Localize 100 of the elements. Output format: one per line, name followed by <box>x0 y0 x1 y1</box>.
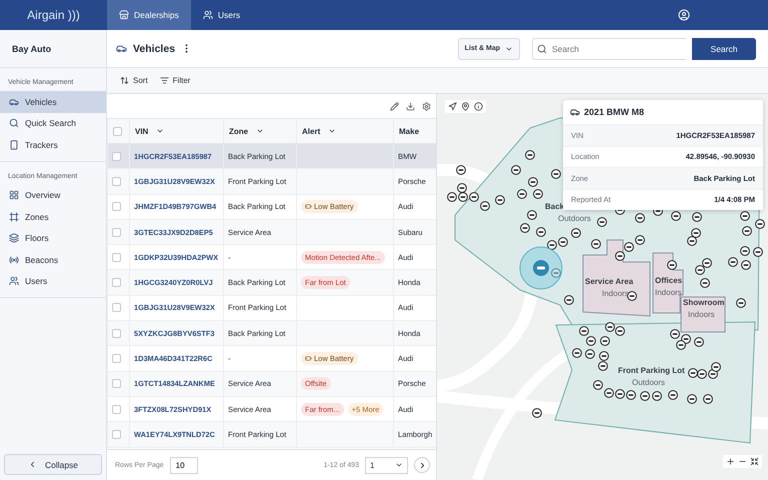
nav-tab[interactable]: Dealerships <box>107 0 191 30</box>
sidebar-item[interactable]: Vehicles <box>0 91 106 112</box>
car-marker-icon[interactable] <box>668 390 678 400</box>
car-marker-icon[interactable] <box>741 260 751 270</box>
row-checkbox[interactable] <box>112 379 121 388</box>
column-header[interactable]: Zone <box>223 118 296 144</box>
car-marker-icon[interactable] <box>671 211 681 221</box>
car-marker-icon[interactable] <box>532 408 542 418</box>
car-marker-icon[interactable] <box>676 340 686 350</box>
car-marker-icon[interactable] <box>736 298 746 308</box>
car-marker-icon[interactable] <box>600 336 610 346</box>
car-marker-icon[interactable] <box>604 388 614 398</box>
nav-tab[interactable]: Users <box>190 0 252 30</box>
car-marker-icon[interactable] <box>700 278 710 288</box>
row-checkbox[interactable] <box>112 328 121 338</box>
column-header[interactable]: Alert <box>296 118 393 144</box>
car-marker-icon[interactable] <box>572 348 582 358</box>
car-marker-icon[interactable] <box>640 391 650 401</box>
car-marker-icon[interactable] <box>605 322 615 332</box>
page-select[interactable]: 1 <box>365 456 408 474</box>
car-marker-icon[interactable] <box>697 369 707 379</box>
sidebar-item[interactable]: Floors <box>0 228 106 249</box>
row-checkbox[interactable] <box>112 354 121 364</box>
car-marker-icon[interactable] <box>691 228 701 238</box>
row-checkbox[interactable] <box>112 278 121 288</box>
car-marker-icon[interactable] <box>688 368 698 378</box>
car-marker-icon[interactable] <box>755 219 765 229</box>
car-marker-icon[interactable] <box>703 394 713 404</box>
row-checkbox[interactable] <box>112 303 121 312</box>
selected-car-marker-icon[interactable] <box>519 246 563 290</box>
sidebar-item[interactable]: Beacons <box>0 249 106 270</box>
car-marker-icon[interactable] <box>695 265 705 275</box>
collapse-button[interactable]: Collapse <box>4 454 102 475</box>
car-marker-icon[interactable] <box>480 201 490 211</box>
search-button[interactable]: Search <box>692 38 756 60</box>
car-marker-icon[interactable] <box>469 192 479 202</box>
search-field[interactable]: Search <box>532 38 686 60</box>
filter-button[interactable]: Filter <box>160 76 190 85</box>
car-marker-icon[interactable] <box>615 326 625 336</box>
car-marker-icon[interactable] <box>551 169 561 179</box>
car-marker-icon[interactable] <box>593 380 603 390</box>
sidebar-item[interactable]: Trackers <box>0 134 106 156</box>
select-all-checkbox[interactable] <box>113 126 122 136</box>
car-marker-icon[interactable] <box>511 165 521 175</box>
car-marker-icon[interactable] <box>635 213 645 223</box>
row-checkbox[interactable] <box>112 152 121 161</box>
car-marker-icon[interactable] <box>694 337 704 347</box>
car-marker-icon[interactable] <box>547 240 557 250</box>
car-marker-icon[interactable] <box>692 212 702 222</box>
car-marker-icon[interactable] <box>528 177 538 187</box>
car-marker-icon[interactable] <box>527 210 537 220</box>
rows-per-page-field[interactable]: 10 <box>170 456 198 474</box>
car-marker-icon[interactable] <box>458 192 468 202</box>
row-checkbox[interactable] <box>112 176 121 186</box>
car-marker-icon[interactable] <box>495 195 505 205</box>
sidebar-item[interactable]: Overview <box>0 184 106 206</box>
sidebar-item[interactable]: Zones <box>0 206 106 228</box>
car-marker-icon[interactable] <box>457 183 467 193</box>
download-icon[interactable] <box>406 102 415 110</box>
car-marker-icon[interactable] <box>742 226 752 236</box>
car-marker-icon[interactable] <box>517 189 527 199</box>
pin-button[interactable] <box>461 102 470 111</box>
car-marker-icon[interactable] <box>447 192 457 202</box>
car-marker-icon[interactable] <box>598 361 608 371</box>
car-marker-icon[interactable] <box>591 239 601 249</box>
car-marker-icon[interactable] <box>728 257 738 267</box>
fit-view-button[interactable] <box>750 457 759 466</box>
car-marker-icon[interactable] <box>740 211 750 221</box>
account-icon[interactable] <box>678 9 690 21</box>
column-header[interactable]: Make <box>393 118 436 144</box>
car-marker-icon[interactable] <box>564 295 574 305</box>
sidebar-item[interactable]: Quick Search <box>0 112 106 134</box>
sidebar-item[interactable]: Users <box>0 270 106 292</box>
car-marker-icon[interactable] <box>652 391 662 401</box>
car-marker-icon[interactable] <box>635 235 645 245</box>
car-marker-icon[interactable] <box>599 351 609 361</box>
info-button[interactable] <box>474 102 483 111</box>
car-marker-icon[interactable] <box>624 242 634 252</box>
row-checkbox[interactable] <box>112 202 121 212</box>
car-marker-icon[interactable] <box>585 349 595 359</box>
settings-icon[interactable] <box>422 102 431 110</box>
car-marker-icon[interactable] <box>558 237 568 247</box>
car-marker-icon[interactable] <box>615 251 625 261</box>
locate-button[interactable] <box>448 102 457 111</box>
car-marker-icon[interactable] <box>597 217 607 227</box>
car-marker-icon[interactable] <box>687 394 697 404</box>
zoom-in-button[interactable] <box>726 457 735 466</box>
row-checkbox[interactable] <box>112 404 121 414</box>
car-marker-icon[interactable] <box>571 228 581 238</box>
row-checkbox[interactable] <box>112 430 121 439</box>
car-marker-icon[interactable] <box>551 268 561 278</box>
edit-icon[interactable] <box>390 102 399 110</box>
car-marker-icon[interactable] <box>740 246 750 256</box>
row-checkbox[interactable] <box>112 252 121 262</box>
row-checkbox[interactable] <box>112 228 121 237</box>
car-marker-icon[interactable] <box>753 247 763 257</box>
car-marker-icon[interactable] <box>627 291 637 301</box>
sort-button[interactable]: Sort <box>120 76 148 85</box>
car-marker-icon[interactable] <box>615 389 625 399</box>
car-marker-icon[interactable] <box>456 165 466 175</box>
